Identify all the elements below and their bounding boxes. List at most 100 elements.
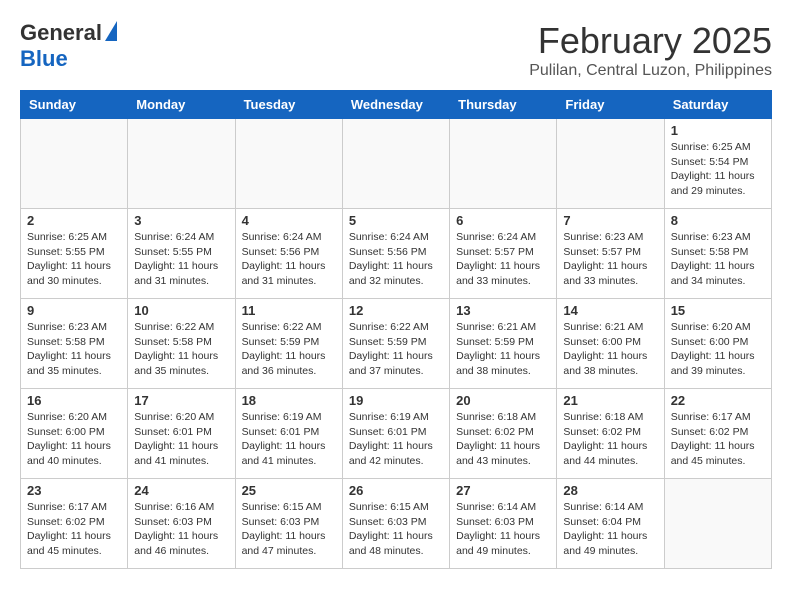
day-number: 3 — [134, 213, 228, 228]
day-number: 21 — [563, 393, 657, 408]
calendar-cell: 20 Sunrise: 6:18 AM Sunset: 6:02 PM Dayli… — [450, 389, 557, 479]
calendar-cell: 24 Sunrise: 6:16 AM Sunset: 6:03 PM Dayli… — [128, 479, 235, 569]
calendar-cell: 5 Sunrise: 6:24 AM Sunset: 5:56 PM Daylig… — [342, 209, 449, 299]
day-info: Sunrise: 6:20 AM Sunset: 6:00 PM Dayligh… — [671, 320, 765, 379]
day-info: Sunrise: 6:22 AM Sunset: 5:58 PM Dayligh… — [134, 320, 228, 379]
day-number: 19 — [349, 393, 443, 408]
day-info: Sunrise: 6:15 AM Sunset: 6:03 PM Dayligh… — [242, 500, 336, 559]
day-number: 7 — [563, 213, 657, 228]
calendar-cell: 15Sunrise: 6:20 AM Sunset: 6:00 PM Dayli… — [664, 299, 771, 389]
day-info: Sunrise: 6:21 AM Sunset: 5:59 PM Dayligh… — [456, 320, 550, 379]
day-number: 4 — [242, 213, 336, 228]
calendar-cell: 8 Sunrise: 6:23 AM Sunset: 5:58 PM Daylig… — [664, 209, 771, 299]
day-number: 6 — [456, 213, 550, 228]
calendar-header-sunday: Sunday — [21, 91, 128, 119]
calendar-cell: 6 Sunrise: 6:24 AM Sunset: 5:57 PM Daylig… — [450, 209, 557, 299]
calendar-week-row: 1 Sunrise: 6:25 AM Sunset: 5:54 PM Daylig… — [21, 119, 772, 209]
day-info: Sunrise: 6:17 AM Sunset: 6:02 PM Dayligh… — [671, 410, 765, 469]
day-number: 18 — [242, 393, 336, 408]
calendar-cell: 26 Sunrise: 6:15 AM Sunset: 6:03 PM Dayli… — [342, 479, 449, 569]
calendar-cell: 4Sunrise: 6:24 AM Sunset: 5:56 PM Daylig… — [235, 209, 342, 299]
day-number: 5 — [349, 213, 443, 228]
calendar-cell: 22 Sunrise: 6:17 AM Sunset: 6:02 PM Dayli… — [664, 389, 771, 479]
logo-general-text: General — [20, 20, 102, 46]
calendar-cell: 13 Sunrise: 6:21 AM Sunset: 5:59 PM Dayli… — [450, 299, 557, 389]
day-number: 13 — [456, 303, 550, 318]
day-number: 8 — [671, 213, 765, 228]
day-info: Sunrise: 6:18 AM Sunset: 6:02 PM Dayligh… — [456, 410, 550, 469]
day-info: Sunrise: 6:14 AM Sunset: 6:04 PM Dayligh… — [563, 500, 657, 559]
calendar-cell — [128, 119, 235, 209]
day-number: 2 — [27, 213, 121, 228]
calendar-cell: 3 Sunrise: 6:24 AM Sunset: 5:55 PM Daylig… — [128, 209, 235, 299]
calendar-cell: 11 Sunrise: 6:22 AM Sunset: 5:59 PM Dayli… — [235, 299, 342, 389]
calendar-week-row: 2 Sunrise: 6:25 AM Sunset: 5:55 PM Daylig… — [21, 209, 772, 299]
calendar-header-monday: Monday — [128, 91, 235, 119]
calendar-week-row: 16Sunrise: 6:20 AM Sunset: 6:00 PM Dayli… — [21, 389, 772, 479]
calendar-cell: 17Sunrise: 6:20 AM Sunset: 6:01 PM Dayli… — [128, 389, 235, 479]
calendar-header-wednesday: Wednesday — [342, 91, 449, 119]
day-number: 11 — [242, 303, 336, 318]
day-number: 22 — [671, 393, 765, 408]
day-info: Sunrise: 6:24 AM Sunset: 5:56 PM Dayligh… — [349, 230, 443, 289]
calendar-cell: 25 Sunrise: 6:15 AM Sunset: 6:03 PM Dayli… — [235, 479, 342, 569]
calendar-cell: 12Sunrise: 6:22 AM Sunset: 5:59 PM Dayli… — [342, 299, 449, 389]
page-header: General Blue February 2025 Pulilan, Cent… — [20, 20, 772, 80]
day-info: Sunrise: 6:23 AM Sunset: 5:58 PM Dayligh… — [27, 320, 121, 379]
day-info: Sunrise: 6:16 AM Sunset: 6:03 PM Dayligh… — [134, 500, 228, 559]
location: Pulilan, Central Luzon, Philippines — [529, 62, 772, 80]
calendar-cell: 18 Sunrise: 6:19 AM Sunset: 6:01 PM Dayli… — [235, 389, 342, 479]
day-number: 26 — [349, 483, 443, 498]
month-title: February 2025 — [529, 20, 772, 62]
day-info: Sunrise: 6:23 AM Sunset: 5:58 PM Dayligh… — [671, 230, 765, 289]
day-info: Sunrise: 6:19 AM Sunset: 6:01 PM Dayligh… — [349, 410, 443, 469]
day-number: 14 — [563, 303, 657, 318]
day-number: 1 — [671, 123, 765, 138]
day-info: Sunrise: 6:22 AM Sunset: 5:59 PM Dayligh… — [242, 320, 336, 379]
calendar-cell: 28Sunrise: 6:14 AM Sunset: 6:04 PM Dayli… — [557, 479, 664, 569]
day-info: Sunrise: 6:25 AM Sunset: 5:55 PM Dayligh… — [27, 230, 121, 289]
day-number: 9 — [27, 303, 121, 318]
day-number: 17 — [134, 393, 228, 408]
calendar-cell: 21 Sunrise: 6:18 AM Sunset: 6:02 PM Dayli… — [557, 389, 664, 479]
day-info: Sunrise: 6:19 AM Sunset: 6:01 PM Dayligh… — [242, 410, 336, 469]
calendar-cell — [235, 119, 342, 209]
logo: General Blue — [20, 20, 117, 72]
calendar-cell: 9 Sunrise: 6:23 AM Sunset: 5:58 PM Daylig… — [21, 299, 128, 389]
day-number: 25 — [242, 483, 336, 498]
calendar-week-row: 9 Sunrise: 6:23 AM Sunset: 5:58 PM Daylig… — [21, 299, 772, 389]
calendar-cell: 14 Sunrise: 6:21 AM Sunset: 6:00 PM Dayli… — [557, 299, 664, 389]
day-info: Sunrise: 6:20 AM Sunset: 6:00 PM Dayligh… — [27, 410, 121, 469]
calendar-header-saturday: Saturday — [664, 91, 771, 119]
day-number: 24 — [134, 483, 228, 498]
day-number: 27 — [456, 483, 550, 498]
calendar-cell: 19 Sunrise: 6:19 AM Sunset: 6:01 PM Dayli… — [342, 389, 449, 479]
calendar-cell: 2 Sunrise: 6:25 AM Sunset: 5:55 PM Daylig… — [21, 209, 128, 299]
day-info: Sunrise: 6:24 AM Sunset: 5:57 PM Dayligh… — [456, 230, 550, 289]
calendar-header-thursday: Thursday — [450, 91, 557, 119]
calendar-cell: 7 Sunrise: 6:23 AM Sunset: 5:57 PM Daylig… — [557, 209, 664, 299]
calendar-cell: 16Sunrise: 6:20 AM Sunset: 6:00 PM Dayli… — [21, 389, 128, 479]
calendar-cell — [21, 119, 128, 209]
calendar-week-row: 23Sunrise: 6:17 AM Sunset: 6:02 PM Dayli… — [21, 479, 772, 569]
calendar-cell — [342, 119, 449, 209]
calendar-header-friday: Friday — [557, 91, 664, 119]
title-section: February 2025 Pulilan, Central Luzon, Ph… — [529, 20, 772, 80]
day-info: Sunrise: 6:17 AM Sunset: 6:02 PM Dayligh… — [27, 500, 121, 559]
day-info: Sunrise: 6:25 AM Sunset: 5:54 PM Dayligh… — [671, 140, 765, 199]
calendar-header-row: SundayMondayTuesdayWednesdayThursdayFrid… — [21, 91, 772, 119]
day-number: 10 — [134, 303, 228, 318]
day-info: Sunrise: 6:18 AM Sunset: 6:02 PM Dayligh… — [563, 410, 657, 469]
calendar-header-tuesday: Tuesday — [235, 91, 342, 119]
calendar-cell: 23Sunrise: 6:17 AM Sunset: 6:02 PM Dayli… — [21, 479, 128, 569]
day-info: Sunrise: 6:21 AM Sunset: 6:00 PM Dayligh… — [563, 320, 657, 379]
day-info: Sunrise: 6:14 AM Sunset: 6:03 PM Dayligh… — [456, 500, 550, 559]
day-info: Sunrise: 6:24 AM Sunset: 5:55 PM Dayligh… — [134, 230, 228, 289]
calendar-cell: 1 Sunrise: 6:25 AM Sunset: 5:54 PM Daylig… — [664, 119, 771, 209]
calendar-cell — [557, 119, 664, 209]
day-number: 20 — [456, 393, 550, 408]
calendar-table: SundayMondayTuesdayWednesdayThursdayFrid… — [20, 90, 772, 569]
day-info: Sunrise: 6:23 AM Sunset: 5:57 PM Dayligh… — [563, 230, 657, 289]
day-info: Sunrise: 6:15 AM Sunset: 6:03 PM Dayligh… — [349, 500, 443, 559]
logo-blue-text: Blue — [20, 46, 68, 72]
